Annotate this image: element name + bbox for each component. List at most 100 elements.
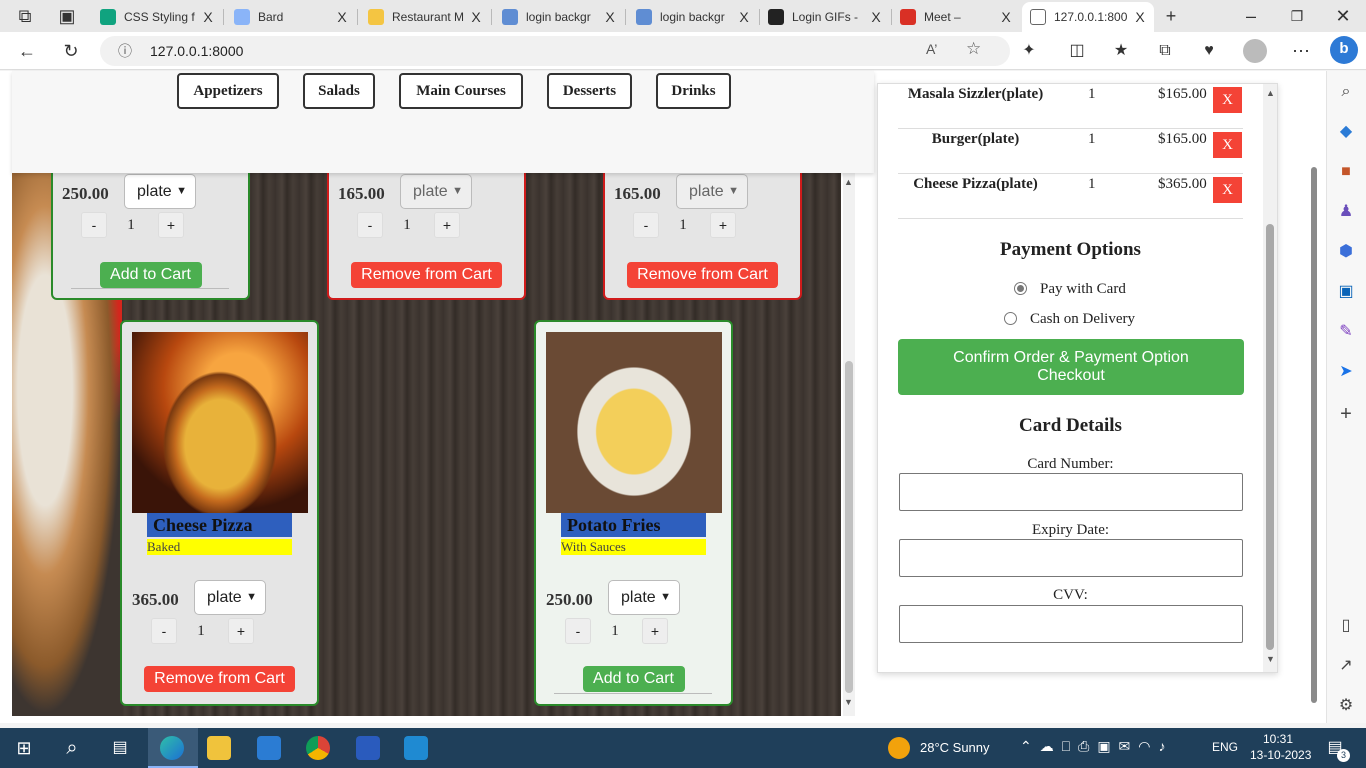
page-scrollbar[interactable]: [1309, 71, 1321, 723]
minimize-icon[interactable]: –: [1238, 3, 1264, 29]
tab-7[interactable]: 127.0.0.1:800 X: [1022, 2, 1154, 32]
chrome-icon[interactable]: [306, 736, 330, 760]
qty-plus-button[interactable]: +: [158, 212, 184, 238]
scroll-down-icon[interactable]: ▼: [844, 697, 853, 707]
mail-icon[interactable]: [257, 736, 281, 760]
cart-scrollbar[interactable]: ▲ ▼: [1263, 84, 1277, 672]
cvv-input[interactable]: [899, 605, 1243, 643]
qty-value[interactable]: 1: [605, 623, 625, 640]
category-drinks-button[interactable]: Drinks: [656, 73, 731, 109]
split-screen-icon[interactable]: ◫: [1064, 38, 1090, 64]
tab-5[interactable]: Login GIFs - X: [760, 4, 890, 30]
cart-scrollbar-thumb[interactable]: [1266, 224, 1274, 650]
cash-on-delivery-label[interactable]: Cash on Delivery: [1030, 311, 1135, 328]
tab-4[interactable]: login backgr X: [628, 4, 758, 30]
collections-icon[interactable]: ⧉: [1152, 38, 1178, 64]
category-salads-button[interactable]: Salads: [303, 73, 375, 109]
add-icon[interactable]: +: [1335, 403, 1357, 425]
browser-essentials-icon[interactable]: ♥: [1196, 38, 1222, 64]
file-explorer-icon[interactable]: [207, 736, 231, 760]
unit-select[interactable]: plate ▼: [608, 580, 680, 615]
cash-on-delivery-radio[interactable]: [1004, 312, 1017, 325]
menu-scrollbar-thumb[interactable]: [845, 361, 853, 693]
weather-text[interactable]: 28°C Sunny: [920, 740, 990, 755]
games-icon[interactable]: ♟: [1335, 201, 1357, 223]
extensions-icon[interactable]: ✦: [1016, 38, 1042, 64]
tab-1[interactable]: Bard X: [226, 4, 356, 30]
start-icon[interactable]: ⊞: [12, 736, 36, 760]
address-bar[interactable]: ⓘ 127.0.0.1:8000 A’ ☆: [100, 36, 1010, 66]
qty-minus-button[interactable]: -: [357, 212, 383, 238]
tab-actions-icon[interactable]: ▣: [54, 3, 80, 29]
favorites-icon[interactable]: ★: [1108, 38, 1134, 64]
remove-from-cart-button[interactable]: Remove from Cart: [627, 262, 778, 288]
unit-select[interactable]: plate ▼: [124, 174, 196, 209]
menu-scrollbar[interactable]: ▲ ▼: [843, 173, 855, 716]
info-icon[interactable]: ⓘ: [118, 41, 132, 61]
tab-2[interactable]: Restaurant MX: [360, 4, 490, 30]
qty-minus-button[interactable]: -: [565, 618, 591, 644]
remove-item-button[interactable]: X: [1213, 87, 1242, 113]
tab-close-icon[interactable]: X: [1132, 9, 1148, 25]
scroll-up-icon[interactable]: ▲: [1266, 88, 1275, 98]
task-view-icon[interactable]: ▤: [108, 736, 132, 760]
remove-item-button[interactable]: X: [1213, 132, 1242, 158]
scroll-down-icon[interactable]: ▼: [1266, 654, 1275, 664]
powershell-icon[interactable]: [356, 736, 380, 760]
unit-select[interactable]: plate ▼: [194, 580, 266, 615]
shopping-icon[interactable]: ◆: [1335, 121, 1357, 143]
search-icon[interactable]: ⌕: [60, 736, 84, 760]
category-appetizers-button[interactable]: Appetizers: [177, 73, 279, 109]
favorite-star-icon[interactable]: ☆: [966, 39, 981, 59]
tab-close-icon[interactable]: X: [200, 9, 216, 25]
microsoft365-icon[interactable]: ⬢: [1335, 241, 1357, 263]
qty-value[interactable]: 1: [121, 217, 141, 234]
qty-minus-button[interactable]: -: [81, 212, 107, 238]
qty-value[interactable]: 1: [673, 217, 693, 234]
unit-select[interactable]: plate ▼: [676, 174, 748, 209]
tab-close-icon[interactable]: X: [602, 9, 618, 25]
weather-sun-icon[interactable]: [888, 737, 910, 759]
bing-icon[interactable]: b: [1330, 36, 1358, 64]
remove-item-button[interactable]: X: [1213, 177, 1242, 203]
expiry-date-input[interactable]: [899, 539, 1243, 577]
tab-close-icon[interactable]: X: [334, 9, 350, 25]
designer-icon[interactable]: ✎: [1335, 321, 1357, 343]
tab-3[interactable]: login backgr X: [494, 4, 624, 30]
qty-value[interactable]: 1: [191, 623, 211, 640]
tools-icon[interactable]: ■: [1335, 161, 1357, 183]
qty-plus-button[interactable]: +: [642, 618, 668, 644]
back-icon[interactable]: ←: [14, 38, 40, 64]
clock-time[interactable]: 10:31: [1263, 732, 1293, 746]
workspaces-icon[interactable]: ⧉: [12, 3, 38, 29]
search-icon[interactable]: ⌕: [1335, 81, 1357, 103]
restore-icon[interactable]: ❐: [1284, 3, 1310, 29]
qty-minus-button[interactable]: -: [633, 212, 659, 238]
qty-plus-button[interactable]: +: [228, 618, 254, 644]
pay-with-card-label[interactable]: Pay with Card: [1040, 281, 1126, 298]
tab-close-icon[interactable]: X: [468, 9, 484, 25]
reload-icon[interactable]: ↻: [58, 38, 84, 64]
qty-minus-button[interactable]: -: [151, 618, 177, 644]
qty-plus-button[interactable]: +: [434, 212, 460, 238]
system-tray-icons[interactable]: ⌃☁⎕⎙▣✉◠♪: [1020, 738, 1174, 755]
pay-with-card-radio[interactable]: [1014, 282, 1027, 295]
scroll-up-icon[interactable]: ▲: [844, 177, 853, 187]
page-scrollbar-thumb[interactable]: [1311, 167, 1317, 703]
settings-gear-icon[interactable]: ⚙: [1335, 695, 1357, 717]
unit-select[interactable]: plate ▼: [400, 174, 472, 209]
tab-close-icon[interactable]: X: [998, 9, 1014, 25]
read-aloud-icon[interactable]: A’: [926, 41, 937, 57]
sidebar-panel-icon[interactable]: ▯: [1335, 615, 1357, 637]
tab-6[interactable]: Meet – X: [892, 4, 1020, 30]
qty-plus-button[interactable]: +: [710, 212, 736, 238]
add-to-cart-button[interactable]: Add to Cart: [582, 666, 685, 692]
outlook-icon[interactable]: ▣: [1335, 281, 1357, 303]
tab-close-icon[interactable]: X: [736, 9, 752, 25]
category-desserts-button[interactable]: Desserts: [547, 73, 632, 109]
tab-0[interactable]: CSS Styling f X: [92, 4, 222, 30]
new-tab-button[interactable]: +: [1158, 3, 1184, 29]
add-to-cart-button[interactable]: Add to Cart: [99, 262, 202, 288]
edge-icon[interactable]: [160, 736, 184, 760]
profile-icon[interactable]: [1243, 39, 1267, 63]
